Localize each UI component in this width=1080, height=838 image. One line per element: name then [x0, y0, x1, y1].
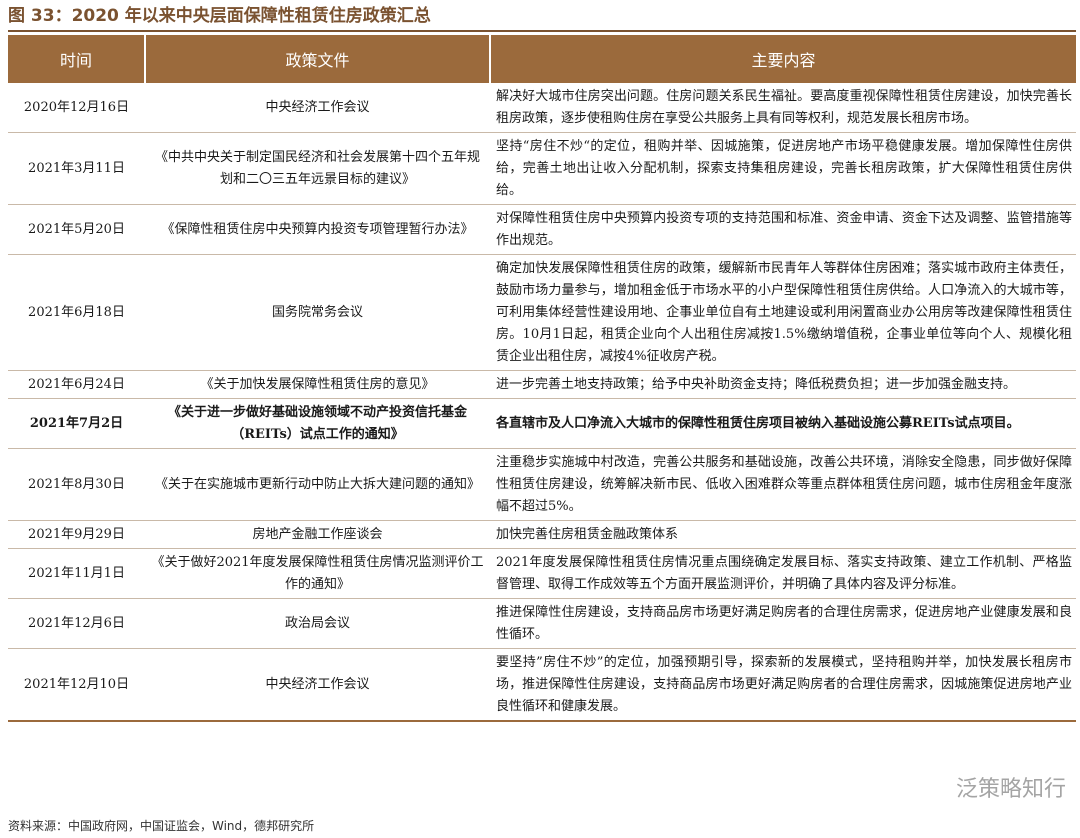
cell-date: 2021年6月18日: [8, 254, 145, 371]
cell-content: 要坚持”房住不炒”的定位，加强预期引导，探索新的发展模式，坚持租购并举，加快发展…: [490, 648, 1076, 722]
cell-date: 2021年12月6日: [8, 598, 145, 649]
title-divider: [8, 30, 1076, 32]
cell-content: 对保障性租赁住房中央预算内投资专项的支持范围和标准、资金申请、资金下达及调整、监…: [490, 204, 1076, 255]
table-row-highlighted: 2021年7月2日 《关于进一步做好基础设施领域不动产投资信托基金（REITs）…: [8, 398, 1076, 449]
cell-document: 《保障性租赁住房中央预算内投资专项管理暂行办法》: [145, 204, 490, 255]
cell-content: 推进保障性住房建设，支持商品房市场更好满足购房者的合理住房需求，促进房地产业健康…: [490, 598, 1076, 649]
table-row: 2021年6月24日 《关于加快发展保障性租赁住房的意见》 进一步完善土地支持政…: [8, 370, 1076, 399]
cell-content: 进一步完善土地支持政策；给予中央补助资金支持；降低税费负担；进一步加强金融支持。: [490, 370, 1076, 399]
figure-title: 图 33：2020 年以来中央层面保障性租赁住房政策汇总: [8, 6, 431, 26]
cell-content: 各直辖市及人口净流入大城市的保障性租赁住房项目被纳入基础设施公募REITs试点项…: [490, 398, 1076, 449]
watermark-logo: 泛策略知行: [955, 777, 1066, 802]
cell-date: 2021年5月20日: [8, 204, 145, 255]
table-row: 2021年6月18日 国务院常务会议 确定加快发展保障性租赁住房的政策，缓解新市…: [8, 254, 1076, 371]
table-row: 2020年12月16日 中央经济工作会议 解决好大城市住房突出问题。住房问题关系…: [8, 83, 1076, 133]
table-row: 2021年12月6日 政治局会议 推进保障性住房建设，支持商品房市场更好满足购房…: [8, 598, 1076, 649]
cell-document: 《关于做好2021年度发展保障性租赁住房情况监测评价工作的通知》: [145, 548, 490, 599]
policy-table: 时间 政策文件 主要内容 2020年12月16日 中央经济工作会议 解决好大城市…: [8, 35, 1076, 722]
source-note: 资料来源：中国政府网，中国证监会，Wind，德邦研究所: [8, 819, 315, 833]
cell-content: 加快完善住房租赁金融政策体系: [490, 520, 1076, 549]
table-row: 2021年12月10日 中央经济工作会议 要坚持”房住不炒”的定位，加强预期引导…: [8, 648, 1076, 722]
table-row: 2021年11月1日 《关于做好2021年度发展保障性租赁住房情况监测评价工作的…: [8, 548, 1076, 599]
cell-date: 2021年9月29日: [8, 520, 145, 549]
table-row: 2021年3月11日 《中共中央关于制定国民经济和社会发展第十四个五年规划和二〇…: [8, 132, 1076, 205]
table-row: 2021年8月30日 《关于在实施城市更新行动中防止大拆大建问题的通知》 注重稳…: [8, 448, 1076, 521]
cell-document: 《关于加快发展保障性租赁住房的意见》: [145, 370, 490, 399]
cell-content: 注重稳步实施城中村改造，完善公共服务和基础设施，改善公共环境，消除安全隐患，同步…: [490, 448, 1076, 521]
cell-content: 2021年度发展保障性租赁住房情况重点围绕确定发展目标、落实支持政策、建立工作机…: [490, 548, 1076, 599]
cell-content: 坚持“房住不炒“的定位，租购并举、因城施策，促进房地产市场平稳健康发展。增加保障…: [490, 132, 1076, 205]
cell-document: 《关于进一步做好基础设施领域不动产投资信托基金（REITs）试点工作的通知》: [145, 398, 490, 449]
cell-date: 2021年8月30日: [8, 448, 145, 521]
cell-document: 国务院常务会议: [145, 254, 490, 371]
cell-content: 解决好大城市住房突出问题。住房问题关系民生福祉。要高度重视保障性租赁住房建设，加…: [490, 83, 1076, 133]
cell-document: 中央经济工作会议: [145, 83, 490, 133]
table-header-row: 时间 政策文件 主要内容: [8, 35, 1076, 83]
header-time: 时间: [8, 35, 146, 83]
header-policy-document: 政策文件: [145, 35, 491, 83]
cell-document: 《中共中央关于制定国民经济和社会发展第十四个五年规划和二〇三五年远景目标的建议》: [145, 132, 490, 205]
cell-document: 房地产金融工作座谈会: [145, 520, 490, 549]
header-main-content: 主要内容: [490, 35, 1076, 83]
cell-date: 2021年12月10日: [8, 648, 145, 722]
cell-content: 确定加快发展保障性租赁住房的政策，缓解新市民青年人等群体住房困难；落实城市政府主…: [490, 254, 1076, 371]
cell-document: 政治局会议: [145, 598, 490, 649]
cell-date: 2020年12月16日: [8, 83, 145, 133]
cell-date: 2021年7月2日: [8, 398, 145, 449]
table-row: 2021年5月20日 《保障性租赁住房中央预算内投资专项管理暂行办法》 对保障性…: [8, 204, 1076, 255]
table-row: 2021年9月29日 房地产金融工作座谈会 加快完善住房租赁金融政策体系: [8, 520, 1076, 549]
cell-date: 2021年3月11日: [8, 132, 145, 205]
cell-document: 中央经济工作会议: [145, 648, 490, 722]
cell-document: 《关于在实施城市更新行动中防止大拆大建问题的通知》: [145, 448, 490, 521]
cell-date: 2021年11月1日: [8, 548, 145, 599]
cell-date: 2021年6月24日: [8, 370, 145, 399]
